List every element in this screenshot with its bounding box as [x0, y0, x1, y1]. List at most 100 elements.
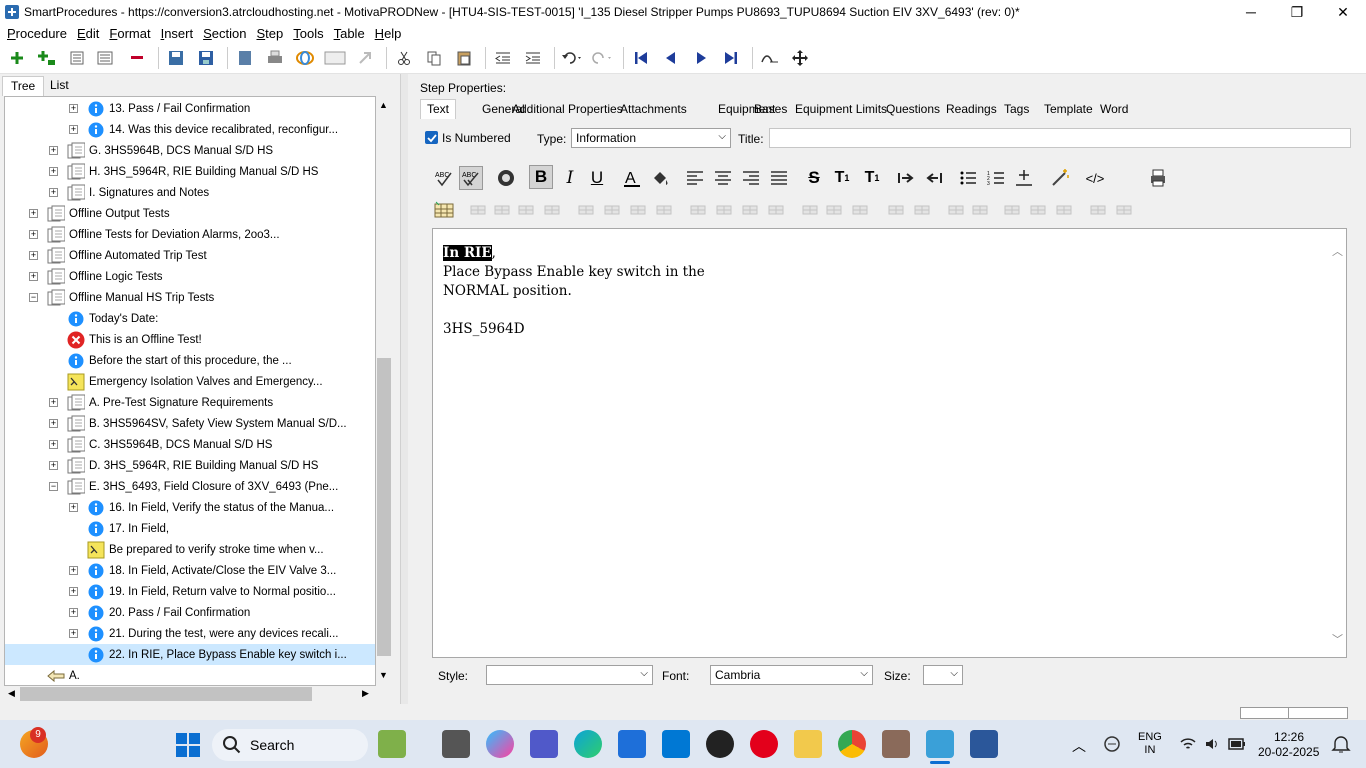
cut-icon[interactable]	[391, 45, 417, 71]
justify-icon[interactable]	[767, 166, 791, 190]
next-step-icon[interactable]	[688, 45, 714, 71]
table-grid-icon[interactable]	[574, 198, 598, 222]
tree-node[interactable]: 20. Pass / Fail Confirmation	[87, 602, 250, 623]
pane-splitter[interactable]	[400, 74, 408, 704]
list-icon[interactable]	[64, 45, 90, 71]
menu-tools[interactable]: Tools	[288, 26, 328, 41]
collapse-icon[interactable]: −	[29, 293, 38, 302]
expand-icon[interactable]: +	[29, 230, 38, 239]
tab-readings[interactable]: Readings	[946, 102, 997, 116]
move-icon[interactable]	[787, 45, 813, 71]
menu-section[interactable]: Section	[198, 26, 251, 41]
teams-icon[interactable]	[530, 730, 558, 758]
italic-button[interactable]: I	[558, 166, 582, 190]
outdent-icon[interactable]	[490, 45, 516, 71]
expand-icon[interactable]: +	[49, 461, 58, 470]
insert-row-above-icon[interactable]	[798, 198, 822, 222]
align-right-icon[interactable]	[739, 166, 763, 190]
tree-horizontal-scroll-thumb[interactable]	[20, 687, 312, 701]
column-props-icon[interactable]	[1052, 198, 1076, 222]
underline-button[interactable]: U	[585, 166, 609, 190]
expand-icon[interactable]: +	[69, 629, 78, 638]
size-select[interactable]: ⌵	[923, 665, 963, 685]
restore-button[interactable]: ❐	[1274, 0, 1320, 24]
tab-text[interactable]: Text	[420, 99, 457, 119]
tree-node[interactable]: E. 3HS_6493, Field Closure of 3XV_6493 (…	[67, 476, 338, 497]
nature-widget-icon[interactable]	[378, 730, 406, 758]
add-child-icon[interactable]	[34, 45, 60, 71]
expand-icon[interactable]: +	[29, 251, 38, 260]
save-all-icon[interactable]	[163, 45, 189, 71]
print-icon[interactable]	[262, 45, 288, 71]
menu-insert[interactable]: Insert	[156, 26, 199, 41]
tree-node[interactable]: Offline Manual HS Trip Tests	[47, 287, 214, 308]
tree-node[interactable]: G. 3HS5964B, DCS Manual S/D HS	[67, 140, 273, 161]
title-input[interactable]	[769, 128, 1351, 148]
table-brush-icon[interactable]	[652, 198, 676, 222]
tree-vertical-scrollbar[interactable]: ▲ ▼	[376, 96, 392, 686]
tree-node[interactable]: Be prepared to verify stroke time when v…	[87, 539, 324, 560]
edge-icon[interactable]	[574, 730, 602, 758]
superscript-button[interactable]: T1	[830, 166, 854, 190]
expand-icon[interactable]: +	[49, 167, 58, 176]
tree-node[interactable]: 22. In RIE, Place Bypass Enable key swit…	[5, 644, 375, 665]
expand-icon[interactable]: +	[49, 440, 58, 449]
auto-spell-check-icon[interactable]: ABC	[459, 166, 483, 190]
split-cells-icon[interactable]	[944, 198, 968, 222]
menu-help[interactable]: Help	[370, 26, 407, 41]
menu-procedure[interactable]: Procedure	[2, 26, 72, 41]
tree-node[interactable]: C. 3HS5964B, DCS Manual S/D HS	[67, 434, 272, 455]
remove-icon[interactable]	[124, 45, 150, 71]
tree-node[interactable]: 21. During the test, were any devices re…	[87, 623, 338, 644]
tree-horizontal-scrollbar[interactable]: ◀ ▶	[4, 686, 376, 702]
tree-vertical-scroll-thumb[interactable]	[377, 358, 391, 656]
table-delete-icon[interactable]	[490, 198, 514, 222]
tree-node[interactable]: Offline Automated Trip Test	[47, 245, 207, 266]
tree-node[interactable]: I. Signatures and Notes	[67, 182, 209, 203]
expand-icon[interactable]: +	[49, 146, 58, 155]
find-icon[interactable]	[757, 45, 783, 71]
table-props-icon[interactable]	[1000, 198, 1024, 222]
expand-icon[interactable]: +	[69, 566, 78, 575]
indent-icon[interactable]	[520, 45, 546, 71]
close-button[interactable]: ✕	[1320, 0, 1366, 24]
decrease-indent-icon[interactable]	[922, 166, 946, 190]
expand-icon[interactable]: +	[69, 608, 78, 617]
power-automate-icon[interactable]	[662, 730, 690, 758]
menu-table[interactable]: Table	[329, 26, 370, 41]
battery-icon[interactable]	[1228, 737, 1246, 751]
procedure-tree[interactable]: +13. Pass / Fail Confirmation +14. Was th…	[4, 96, 376, 686]
highlight-icon[interactable]	[494, 166, 518, 190]
tree-node[interactable]: 14. Was this device recalibrated, reconf…	[87, 119, 338, 140]
first-step-icon[interactable]	[628, 45, 654, 71]
redirect-icon[interactable]	[352, 45, 378, 71]
clock[interactable]: 12:26	[1258, 730, 1304, 745]
expand-icon[interactable]: +	[69, 587, 78, 596]
tree-node[interactable]: Before the start of this procedure, the …	[67, 350, 292, 371]
tab-bases[interactable]: Bases	[754, 102, 787, 116]
font-color-icon[interactable]: A	[620, 166, 644, 190]
tab-attachments[interactable]: Attachments	[620, 102, 687, 116]
horizontal-bar-icon[interactable]	[1112, 198, 1136, 222]
tab-template[interactable]: Template	[1044, 102, 1093, 116]
save-icon[interactable]	[193, 45, 219, 71]
subscript-button[interactable]: T1	[860, 166, 884, 190]
tab-questions[interactable]: Questions	[886, 102, 940, 116]
tab-word[interactable]: Word	[1100, 102, 1128, 116]
terminal-app-icon[interactable]	[442, 730, 470, 758]
tab-tree[interactable]: Tree	[2, 76, 45, 96]
app-viewer-icon[interactable]	[882, 730, 910, 758]
table-split-icon[interactable]	[514, 198, 538, 222]
copilot-icon[interactable]	[486, 730, 514, 758]
opera-icon[interactable]	[750, 730, 778, 758]
dell-icon[interactable]	[706, 730, 734, 758]
tree-node[interactable]: B. 3HS5964SV, Safety View System Manual …	[67, 413, 347, 434]
bullet-list-icon[interactable]	[956, 166, 980, 190]
numbered-list-icon[interactable]: 123	[984, 166, 1008, 190]
align-center-icon[interactable]	[711, 166, 735, 190]
tree-node[interactable]: 13. Pass / Fail Confirmation	[87, 98, 250, 119]
chevron-up-icon[interactable]: ︿	[1072, 736, 1086, 756]
expand-icon[interactable]: +	[69, 503, 78, 512]
cell-border-icon[interactable]	[968, 198, 992, 222]
row-props-icon[interactable]	[1026, 198, 1050, 222]
